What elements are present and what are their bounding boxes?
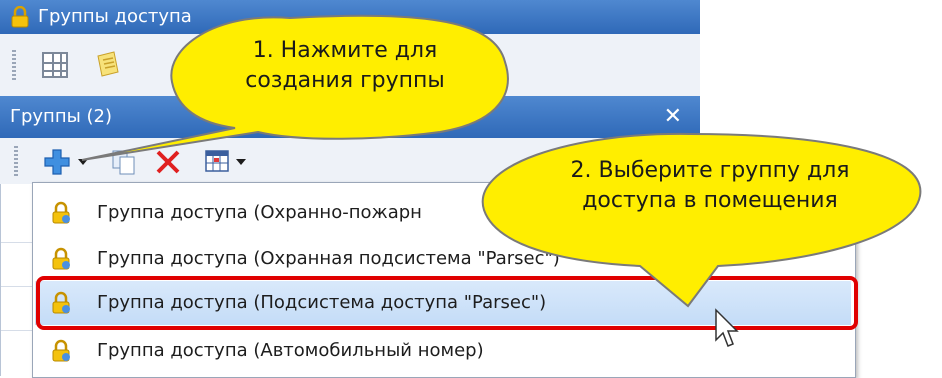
grid-row-divider [1,286,35,287]
add-icon[interactable] [42,148,72,176]
columns-icon[interactable] [204,148,230,174]
copy-icon[interactable] [110,148,138,176]
menu-item-label: Группа доступа (Охранно-пожарн [97,202,422,223]
callout-1-line1: 1. Нажмите для [252,38,438,63]
callout-1-line2: создания группы [245,68,445,93]
delete-icon[interactable] [154,148,182,176]
toolbar-grip[interactable] [14,146,18,176]
callout-2-text: 2. Выберите группу для доступа в помещен… [520,156,900,216]
menu-item-security-subsystem[interactable]: Группа доступа (Охранная подсистема "Par… [35,237,851,281]
chevron-down-icon[interactable] [234,156,248,168]
callout-2-line1: 2. Выберите группу для [570,158,850,183]
groups-panel-header: Группы (2) ✕ [0,96,700,138]
close-icon[interactable]: ✕ [664,96,682,138]
panel-title: Группы (2) [10,106,113,127]
selection-highlight [36,276,858,330]
chevron-down-icon[interactable] [76,156,90,168]
lock-icon [52,201,70,224]
menu-item-label: Группа доступа (Автомобильный номер) [97,340,484,361]
table-icon[interactable] [42,52,68,78]
menu-item-license-plate[interactable]: Группа доступа (Автомобильный номер) [35,329,851,373]
lock-icon [11,6,29,28]
menu-item-label: Группа доступа (Охранная подсистема "Par… [97,248,560,269]
callout-2-line2: доступа в помещения [582,188,838,213]
callout-1-text: 1. Нажмите для создания группы [200,36,490,96]
note-icon[interactable] [96,50,120,78]
grid-row-divider [1,242,35,243]
grid-row-divider [1,330,35,331]
window-title: Группы доступа [38,6,192,27]
toolbar-grip[interactable] [12,50,16,80]
lock-icon [52,247,70,270]
window-titlebar: Группы доступа [0,0,700,34]
lock-icon [52,339,70,362]
